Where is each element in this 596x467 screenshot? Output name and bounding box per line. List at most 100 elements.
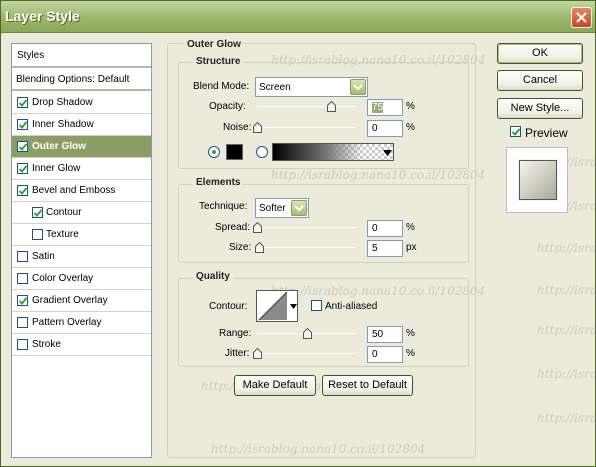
percent-unit: % bbox=[406, 328, 415, 339]
checkmark-icon bbox=[19, 143, 27, 151]
style-preview bbox=[506, 147, 568, 213]
range-slider-thumb[interactable] bbox=[302, 328, 312, 339]
style-item-color-overlay[interactable]: Color Overlay bbox=[12, 268, 151, 290]
dropdown-arrow-icon[interactable] bbox=[291, 200, 307, 216]
style-item-texture[interactable]: Texture bbox=[12, 224, 151, 246]
texture-checkbox[interactable] bbox=[32, 229, 43, 240]
technique-select[interactable]: Softer bbox=[255, 198, 309, 218]
jitter-slider-thumb[interactable] bbox=[253, 348, 262, 359]
outer-glow-checkbox[interactable] bbox=[17, 141, 28, 152]
title-bar[interactable]: Layer Style bbox=[1, 1, 595, 33]
noise-value: 0 bbox=[372, 123, 378, 134]
style-item-stroke[interactable]: Stroke bbox=[12, 334, 151, 356]
range-input[interactable]: 50 bbox=[367, 326, 403, 343]
contour-dropdown-icon[interactable] bbox=[290, 304, 297, 309]
color-radio[interactable] bbox=[208, 146, 220, 158]
opacity-value: 75 bbox=[372, 102, 384, 113]
style-item-outer-glow[interactable]: Outer Glow bbox=[12, 136, 151, 158]
elements-title: Elements bbox=[193, 177, 244, 188]
blending-options-item[interactable]: Blending Options: Default bbox=[12, 69, 151, 91]
style-item-label: Satin bbox=[32, 251, 55, 262]
spread-slider-thumb[interactable] bbox=[253, 222, 262, 233]
inner-shadow-checkbox[interactable] bbox=[17, 119, 28, 130]
opacity-input[interactable]: 75 bbox=[367, 99, 403, 116]
style-item-label: Bevel and Emboss bbox=[32, 185, 116, 196]
anti-aliased-checkbox[interactable] bbox=[311, 300, 322, 311]
gradient-overlay-checkbox[interactable] bbox=[17, 295, 28, 306]
jitter-input[interactable]: 0 bbox=[367, 346, 403, 363]
px-unit: px bbox=[406, 242, 417, 253]
jitter-slider-track[interactable] bbox=[257, 353, 356, 354]
style-item-label: Color Overlay bbox=[32, 273, 94, 284]
contour-picker[interactable] bbox=[256, 290, 298, 322]
close-button[interactable] bbox=[571, 7, 592, 28]
checkmark-icon bbox=[512, 128, 520, 136]
dropdown-arrow-icon[interactable] bbox=[350, 79, 366, 95]
checkmark-icon bbox=[19, 297, 27, 305]
preview-checkbox[interactable] bbox=[510, 126, 521, 137]
color-overlay-checkbox[interactable] bbox=[17, 273, 28, 284]
style-item-pattern-overlay[interactable]: Pattern Overlay bbox=[12, 312, 151, 334]
noise-slider-thumb[interactable] bbox=[253, 122, 262, 133]
glow-color-swatch[interactable] bbox=[226, 144, 243, 160]
make-default-button[interactable]: Make Default bbox=[234, 375, 316, 396]
style-item-contour[interactable]: Contour bbox=[12, 202, 151, 224]
size-input[interactable]: 5 bbox=[367, 240, 403, 257]
blend-mode-value: Screen bbox=[259, 82, 291, 93]
size-label: Size: bbox=[229, 242, 252, 253]
percent-unit: % bbox=[406, 101, 415, 112]
checkmark-icon bbox=[34, 209, 42, 217]
style-item-label: Contour bbox=[46, 207, 82, 218]
percent-unit: % bbox=[406, 222, 415, 233]
size-slider-thumb[interactable] bbox=[254, 242, 264, 253]
pattern-overlay-checkbox[interactable] bbox=[17, 317, 28, 328]
new-style-button[interactable]: New Style... bbox=[497, 98, 583, 119]
spread-label: Spread: bbox=[215, 222, 251, 233]
noise-slider-track[interactable] bbox=[257, 127, 356, 128]
style-item-inner-shadow[interactable]: Inner Shadow bbox=[12, 114, 151, 136]
style-item-label: Drop Shadow bbox=[32, 97, 93, 108]
structure-title: Structure bbox=[193, 56, 244, 67]
opacity-label: Opacity: bbox=[209, 101, 246, 112]
reset-default-button[interactable]: Reset to Default bbox=[322, 375, 413, 396]
style-item-drop-shadow[interactable]: Drop Shadow bbox=[12, 92, 151, 114]
watermark-text: http://israblog.nana10.co.il/102804 bbox=[537, 323, 596, 337]
size-slider-track[interactable] bbox=[257, 247, 356, 248]
style-item-bevel-emboss[interactable]: Bevel and Emboss bbox=[12, 180, 151, 202]
contour-curve-icon bbox=[258, 291, 288, 321]
style-item-label: Outer Glow bbox=[32, 141, 86, 152]
watermark-text: http://israblog.nana10.co.il/102804 bbox=[537, 283, 596, 297]
style-item-label: Texture bbox=[46, 229, 79, 240]
spread-input[interactable]: 0 bbox=[367, 220, 403, 237]
satin-checkbox[interactable] bbox=[17, 251, 28, 262]
styles-header[interactable]: Styles bbox=[12, 44, 151, 68]
ok-button[interactable]: OK bbox=[497, 43, 583, 64]
percent-unit: % bbox=[406, 348, 415, 359]
style-item-inner-glow[interactable]: Inner Glow bbox=[12, 158, 151, 180]
cancel-button[interactable]: Cancel bbox=[497, 70, 583, 91]
preview-swatch bbox=[519, 160, 557, 200]
technique-label: Technique: bbox=[199, 201, 248, 212]
style-item-gradient-overlay[interactable]: Gradient Overlay bbox=[12, 290, 151, 312]
inner-glow-checkbox[interactable] bbox=[17, 163, 28, 174]
drop-shadow-checkbox[interactable] bbox=[17, 97, 28, 108]
stroke-checkbox[interactable] bbox=[17, 339, 28, 350]
contour-label: Contour: bbox=[209, 301, 248, 312]
gradient-dropdown-icon[interactable] bbox=[383, 150, 392, 156]
style-item-label: Gradient Overlay bbox=[32, 295, 108, 306]
contour-checkbox[interactable] bbox=[32, 207, 43, 218]
checkmark-icon bbox=[19, 165, 27, 173]
blend-mode-label: Blend Mode: bbox=[193, 81, 250, 92]
size-value: 5 bbox=[372, 243, 378, 254]
quality-title: Quality bbox=[193, 271, 233, 282]
gradient-picker[interactable] bbox=[272, 143, 394, 161]
style-item-satin[interactable]: Satin bbox=[12, 246, 151, 268]
blend-mode-select[interactable]: Screen bbox=[255, 77, 368, 97]
spread-slider-track[interactable] bbox=[257, 227, 356, 228]
noise-input[interactable]: 0 bbox=[367, 120, 403, 137]
gradient-radio[interactable] bbox=[256, 146, 268, 158]
opacity-slider-thumb[interactable] bbox=[327, 101, 337, 112]
opacity-slider-track[interactable] bbox=[257, 106, 356, 107]
bevel-emboss-checkbox[interactable] bbox=[17, 185, 28, 196]
style-item-label: Stroke bbox=[32, 339, 61, 350]
